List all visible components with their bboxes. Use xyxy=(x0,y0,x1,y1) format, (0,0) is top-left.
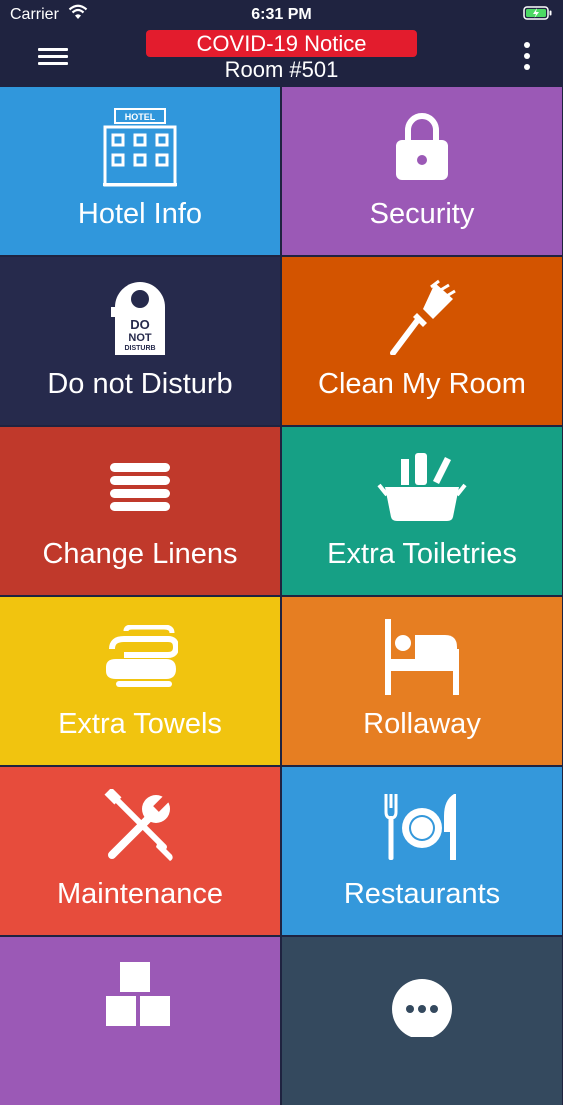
room-number-label: Room #501 xyxy=(224,57,339,82)
tile-maintenance[interactable]: Maintenance xyxy=(0,767,280,935)
tile-extra-towels[interactable]: Extra Towels xyxy=(0,597,280,765)
svg-text:HOTEL: HOTEL xyxy=(125,112,156,122)
svg-text:NOT: NOT xyxy=(128,332,152,344)
svg-text:DISTURB: DISTURB xyxy=(124,345,155,352)
duster-icon xyxy=(282,272,562,362)
svg-text:DO: DO xyxy=(130,317,150,332)
tile-rollaway[interactable]: Rollaway xyxy=(282,597,562,765)
tile-label: Extra Toiletries xyxy=(327,538,517,570)
status-bar: Carrier 6:31 PM xyxy=(0,0,563,30)
chat-icon xyxy=(282,952,562,1042)
battery-charging-icon xyxy=(523,6,552,20)
tile-label: Rollaway xyxy=(363,708,481,740)
boxes-icon xyxy=(0,952,280,1042)
hotel-icon: HOTEL xyxy=(0,102,280,192)
tile-label: Hotel Info xyxy=(77,198,203,230)
tile-label: Restaurants xyxy=(343,878,501,910)
tile-clean-my-room[interactable]: Clean My Room xyxy=(282,257,562,425)
tile-label: Extra Towels xyxy=(58,708,222,740)
tile-label: Security xyxy=(369,198,475,230)
more-options-icon[interactable] xyxy=(521,42,533,74)
covid-notice-button[interactable]: COVID-19 Notice xyxy=(146,30,417,57)
tile-label: Change Linens xyxy=(42,538,238,570)
tile-label: Maintenance xyxy=(56,878,224,910)
dining-icon xyxy=(282,782,562,872)
towels-icon xyxy=(0,612,280,702)
tile-label: Do not Disturb xyxy=(47,368,233,400)
tools-icon xyxy=(0,782,280,872)
tile-security[interactable]: Security xyxy=(282,87,562,255)
tile-label: Clean My Room xyxy=(318,368,526,400)
tile-do-not-disturb[interactable]: DO NOT DISTURB Do not Disturb xyxy=(0,257,280,425)
bed-icon xyxy=(282,612,562,702)
tile-restaurants[interactable]: Restaurants xyxy=(282,767,562,935)
tile-chat[interactable] xyxy=(282,937,562,1105)
tile-hotel-info[interactable]: HOTEL Hotel Info xyxy=(0,87,280,255)
tile-extra-toiletries[interactable]: Extra Toiletries xyxy=(282,427,562,595)
do-not-disturb-icon: DO NOT DISTURB xyxy=(0,272,280,362)
tile-change-linens[interactable]: Change Linens xyxy=(0,427,280,595)
lock-icon xyxy=(282,102,562,192)
tile-boxes[interactable] xyxy=(0,937,280,1105)
status-time: 6:31 PM xyxy=(251,6,312,23)
toiletries-icon xyxy=(282,442,562,532)
linens-icon xyxy=(0,442,280,532)
app-header: COVID-19 Notice Room #501 xyxy=(0,30,563,87)
